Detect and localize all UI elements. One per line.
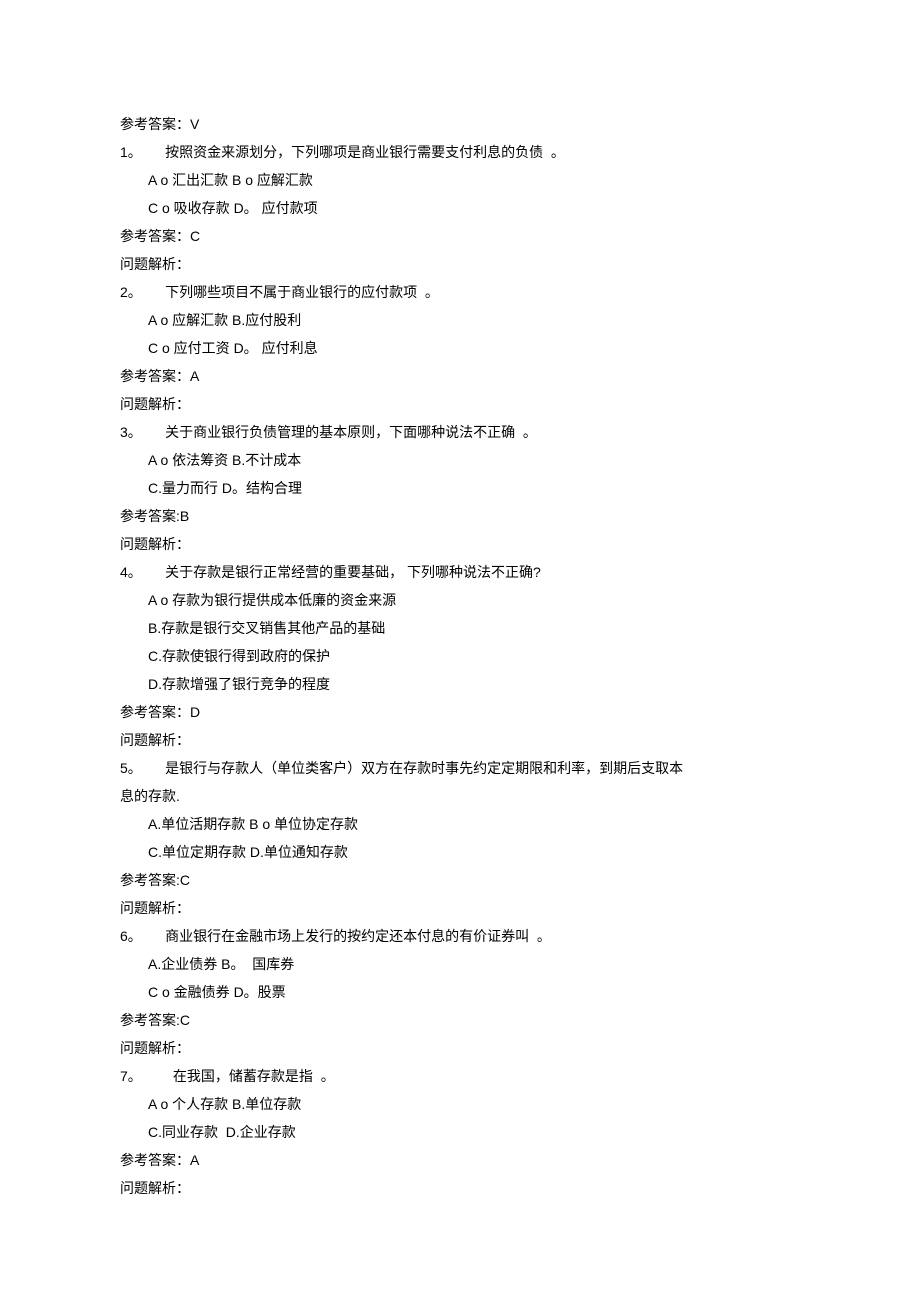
- question-number: 3: [120, 424, 128, 440]
- option-line: A o 存款为银行提供成本低廉的资金来源: [120, 586, 800, 614]
- analysis-line: 问题解析：: [120, 894, 800, 922]
- question-number: 5: [120, 760, 128, 776]
- stem-text: 关于商业银行负债管理的基本原则，下面哪种说法不正确 。: [165, 424, 537, 440]
- option-line: C.单位定期存款 D.单位通知存款: [120, 838, 800, 866]
- answer-line: 参考答案：C: [120, 222, 800, 250]
- option-line: C o 金融债券 D。股票: [120, 978, 800, 1006]
- question-stem: 3。 关于商业银行负债管理的基本原则，下面哪种说法不正确 。: [120, 418, 800, 446]
- stem-text: 商业银行在金融市场上发行的按约定还本付息的有价证券叫 。: [165, 928, 551, 944]
- separator: 。: [128, 144, 142, 160]
- question-number: 4: [120, 564, 128, 580]
- option-line: C o 应付工资 D。 应付利息: [120, 334, 800, 362]
- question-stem: 4。 关于存款是银行正常经营的重要基础， 下列哪种说法不正确?: [120, 558, 800, 586]
- question-stem: 1。 按照资金来源划分，下列哪项是商业银行需要支付利息的负债 。: [120, 138, 800, 166]
- option-line: D.存款增强了银行竞争的程度: [120, 670, 800, 698]
- option-line: A o 个人存款 B.单位存款: [120, 1090, 800, 1118]
- option-line: C.存款使银行得到政府的保护: [120, 642, 800, 670]
- option-line: A.单位活期存款 B o 单位协定存款: [120, 810, 800, 838]
- stem-text: 按照资金来源划分，下列哪项是商业银行需要支付利息的负债 。: [165, 144, 565, 160]
- separator: 。: [128, 760, 142, 776]
- separator: 。: [128, 1068, 142, 1084]
- question-stem: 5。 是银行与存款人（单位类客户）双方在存款时事先约定定期限和利率，到期后支取本: [120, 754, 800, 782]
- option-line: A.企业债券 B。 国库券: [120, 950, 800, 978]
- analysis-line: 问题解析：: [120, 726, 800, 754]
- question-number: 7: [120, 1068, 128, 1084]
- question-number: 1: [120, 144, 128, 160]
- analysis-line: 问题解析：: [120, 250, 800, 278]
- question-stem-cont: 息的存款.: [120, 782, 800, 810]
- option-line: C.量力而行 D。结构合理: [120, 474, 800, 502]
- analysis-line: 问题解析：: [120, 1174, 800, 1202]
- stem-text: 下列哪些项目不属于商业银行的应付款项 。: [165, 284, 439, 300]
- answer-line: 参考答案：D: [120, 698, 800, 726]
- separator: 。: [128, 928, 142, 944]
- separator: 。: [128, 424, 142, 440]
- stem-text: 是银行与存款人（单位类客户）双方在存款时事先约定定期限和利率，到期后支取本: [165, 760, 683, 776]
- separator: 。: [128, 564, 142, 580]
- answer-line: 参考答案:B: [120, 502, 800, 530]
- question-stem: 6。 商业银行在金融市场上发行的按约定还本付息的有价证券叫 。: [120, 922, 800, 950]
- question-number: 2: [120, 284, 128, 300]
- question-stem: 7。 在我国，储蓄存款是指 。: [120, 1062, 800, 1090]
- option-line: B.存款是银行交叉销售其他产品的基础: [120, 614, 800, 642]
- option-line: A o 应解汇款 B.应付股利: [120, 306, 800, 334]
- analysis-line: 问题解析：: [120, 390, 800, 418]
- analysis-line: 问题解析：: [120, 1034, 800, 1062]
- analysis-line: 问题解析：: [120, 530, 800, 558]
- stem-text: 关于存款是银行正常经营的重要基础， 下列哪种说法不正确?: [165, 564, 541, 580]
- stem-text: 在我国，储蓄存款是指 。: [173, 1068, 335, 1084]
- option-line: C.同业存款 D.企业存款: [120, 1118, 800, 1146]
- question-number: 6: [120, 928, 128, 944]
- option-line: A o 汇出汇款 B o 应解汇款: [120, 166, 800, 194]
- answer-line: 参考答案:C: [120, 866, 800, 894]
- separator: 。: [128, 284, 142, 300]
- option-line: C o 吸收存款 D。 应付款项: [120, 194, 800, 222]
- answer-line: 参考答案:C: [120, 1006, 800, 1034]
- answer-line: 参考答案：A: [120, 362, 800, 390]
- question-stem: 2。 下列哪些项目不属于商业银行的应付款项 。: [120, 278, 800, 306]
- option-line: A o 依法筹资 B.不计成本: [120, 446, 800, 474]
- pre-answer: 参考答案：V: [120, 110, 800, 138]
- answer-line: 参考答案：A: [120, 1146, 800, 1174]
